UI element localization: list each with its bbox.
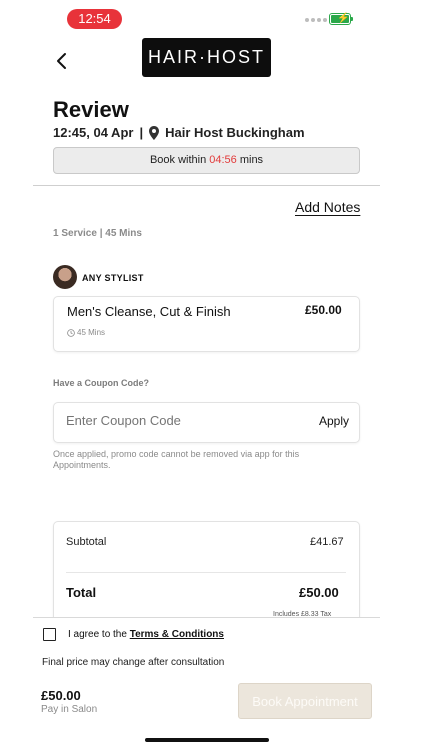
apply-coupon-button[interactable]: Apply (319, 414, 349, 428)
battery-icon: ⚡ (329, 13, 351, 25)
chevron-left-icon (57, 53, 66, 69)
clock-icon (67, 328, 75, 337)
service-count: 1 Service | 45 Mins (53, 228, 142, 239)
timer-prefix: Book within (149, 154, 210, 166)
total-value: £50.00 (299, 585, 339, 600)
timer-suffix: mins (236, 154, 264, 166)
summary-divider (66, 572, 346, 573)
service-duration-text: 45 Mins (77, 328, 106, 337)
stylist-name: ANY STYLIST (82, 273, 144, 283)
pay-method: Pay in Salon (41, 704, 98, 715)
page-title: Review (53, 97, 129, 122)
coupon-code-input[interactable] (66, 413, 286, 428)
pay-amount: £50.00 (41, 688, 81, 703)
service-name: Men's Cleanse, Cut & Finish (67, 304, 231, 319)
terms-link[interactable]: Terms & Conditions (130, 629, 224, 640)
signal-icon (305, 18, 327, 22)
subtotal-label: Subtotal (66, 536, 107, 548)
agree-prefix: I agree to the (68, 629, 130, 640)
salon-location: Hair Host Buckingham (165, 125, 305, 140)
service-price: £50.00 (305, 303, 342, 317)
battery-tip (351, 17, 353, 21)
footer-divider (33, 617, 380, 618)
coupon-label: Have a Coupon Code? (53, 378, 150, 388)
back-button[interactable] (52, 50, 74, 72)
subtotal-value: £41.67 (310, 536, 344, 548)
total-label: Total (66, 585, 97, 600)
terms-checkbox[interactable] (43, 628, 56, 641)
timer-countdown: 04:56 (209, 154, 237, 166)
status-time: 12:54 (67, 9, 122, 29)
location-pin-icon (149, 125, 160, 140)
brand-logo: HAIR·HOST (142, 38, 271, 77)
add-notes-link[interactable]: Add Notes (295, 199, 360, 215)
terms-agreement: I agree to the Terms & Conditions (68, 629, 224, 640)
meta-separator: | (139, 125, 144, 140)
booking-datetime: 12:45, 04 Apr (53, 125, 134, 140)
header-divider (33, 185, 380, 186)
booking-timer: Book within 04:56 mins (53, 147, 360, 174)
home-indicator (145, 738, 269, 742)
coupon-note: Once applied, promo code cannot be remov… (53, 449, 300, 470)
final-price-note: Final price may change after consultatio… (42, 657, 225, 668)
service-duration: 45 Mins (67, 328, 105, 337)
book-appointment-button[interactable]: Book Appointment (238, 683, 372, 719)
booking-meta: 12:45, 04 Apr | Hair Host Buckingham (53, 125, 305, 140)
stylist-avatar (53, 265, 77, 289)
